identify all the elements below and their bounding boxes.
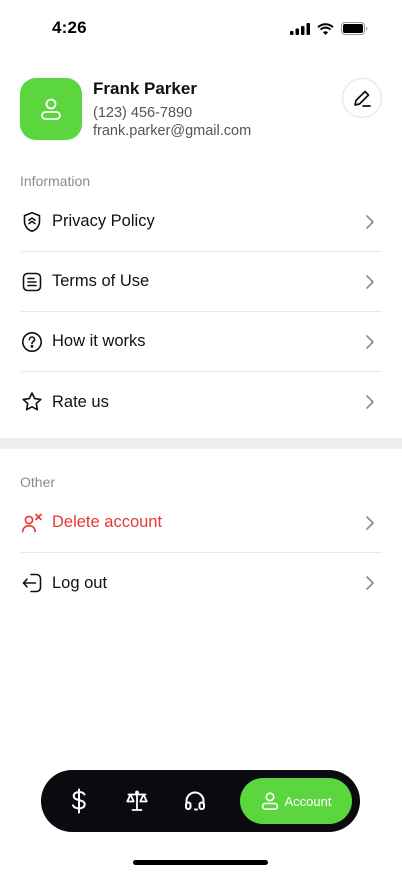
menu-label-log-out: Log out [52,573,108,592]
menu-label-rate-us: Rate us [52,392,109,411]
section-title-information: Information [20,173,91,189]
user-remove-icon [20,511,44,535]
chevron-right-icon [366,395,374,409]
chevron-right-icon [366,275,374,289]
tab-account-label: Account [284,793,332,809]
menu-label-delete-account: Delete account [52,513,163,531]
battery-icon [341,22,368,35]
wifi-icon [317,22,334,35]
edit-profile-button[interactable] [342,78,382,118]
menu-label-terms-of-use: Terms of Use [52,272,150,290]
cellular-signal-icon [290,22,310,35]
tab-legal[interactable] [115,779,159,823]
logout-icon [20,571,44,595]
document-icon [20,270,44,294]
dollar-icon [72,788,86,814]
status-icons [290,22,368,35]
home-indicator [133,860,268,865]
menu-item-rate-us[interactable]: Rate us [20,372,382,432]
menu-label-how-it-works: How it works [52,332,146,350]
chevron-right-icon [366,215,374,229]
menu-label-privacy-policy: Privacy Policy [52,212,155,230]
profile-card: Frank Parker (123) 456-7890 frank.parker… [20,78,382,140]
menu-item-terms-of-use[interactable]: Terms of Use [20,252,382,312]
menu-item-how-it-works[interactable]: How it works [20,312,382,372]
question-circle-icon [20,330,44,354]
bottom-tab-bar: Account [41,770,360,832]
scales-icon [126,790,148,811]
menu-item-privacy-policy[interactable]: Privacy Policy [20,192,382,252]
menu-item-log-out[interactable]: Log out [20,553,382,613]
profile-phone: (123) 456-7890 [93,105,193,121]
avatar [20,78,82,140]
section-divider [0,438,402,449]
status-bar: 4:26 [0,0,402,56]
status-time: 4:26 [52,18,87,37]
shield-icon [20,210,44,234]
user-icon [41,98,61,120]
star-icon [20,390,44,414]
chevron-right-icon [366,516,374,530]
profile-name: Frank Parker [93,79,197,98]
section-title-other: Other [20,474,56,490]
profile-email: frank.parker@gmail.com [93,123,252,139]
tab-payments[interactable] [57,779,101,823]
edit-pencil-icon [354,90,371,107]
chevron-right-icon [366,335,374,349]
headset-icon [185,791,205,811]
chevron-right-icon [366,576,374,590]
menu-item-delete-account[interactable]: Delete account [20,493,382,553]
tab-support[interactable] [173,779,217,823]
tab-account[interactable]: Account [240,778,352,824]
user-icon [261,792,278,810]
